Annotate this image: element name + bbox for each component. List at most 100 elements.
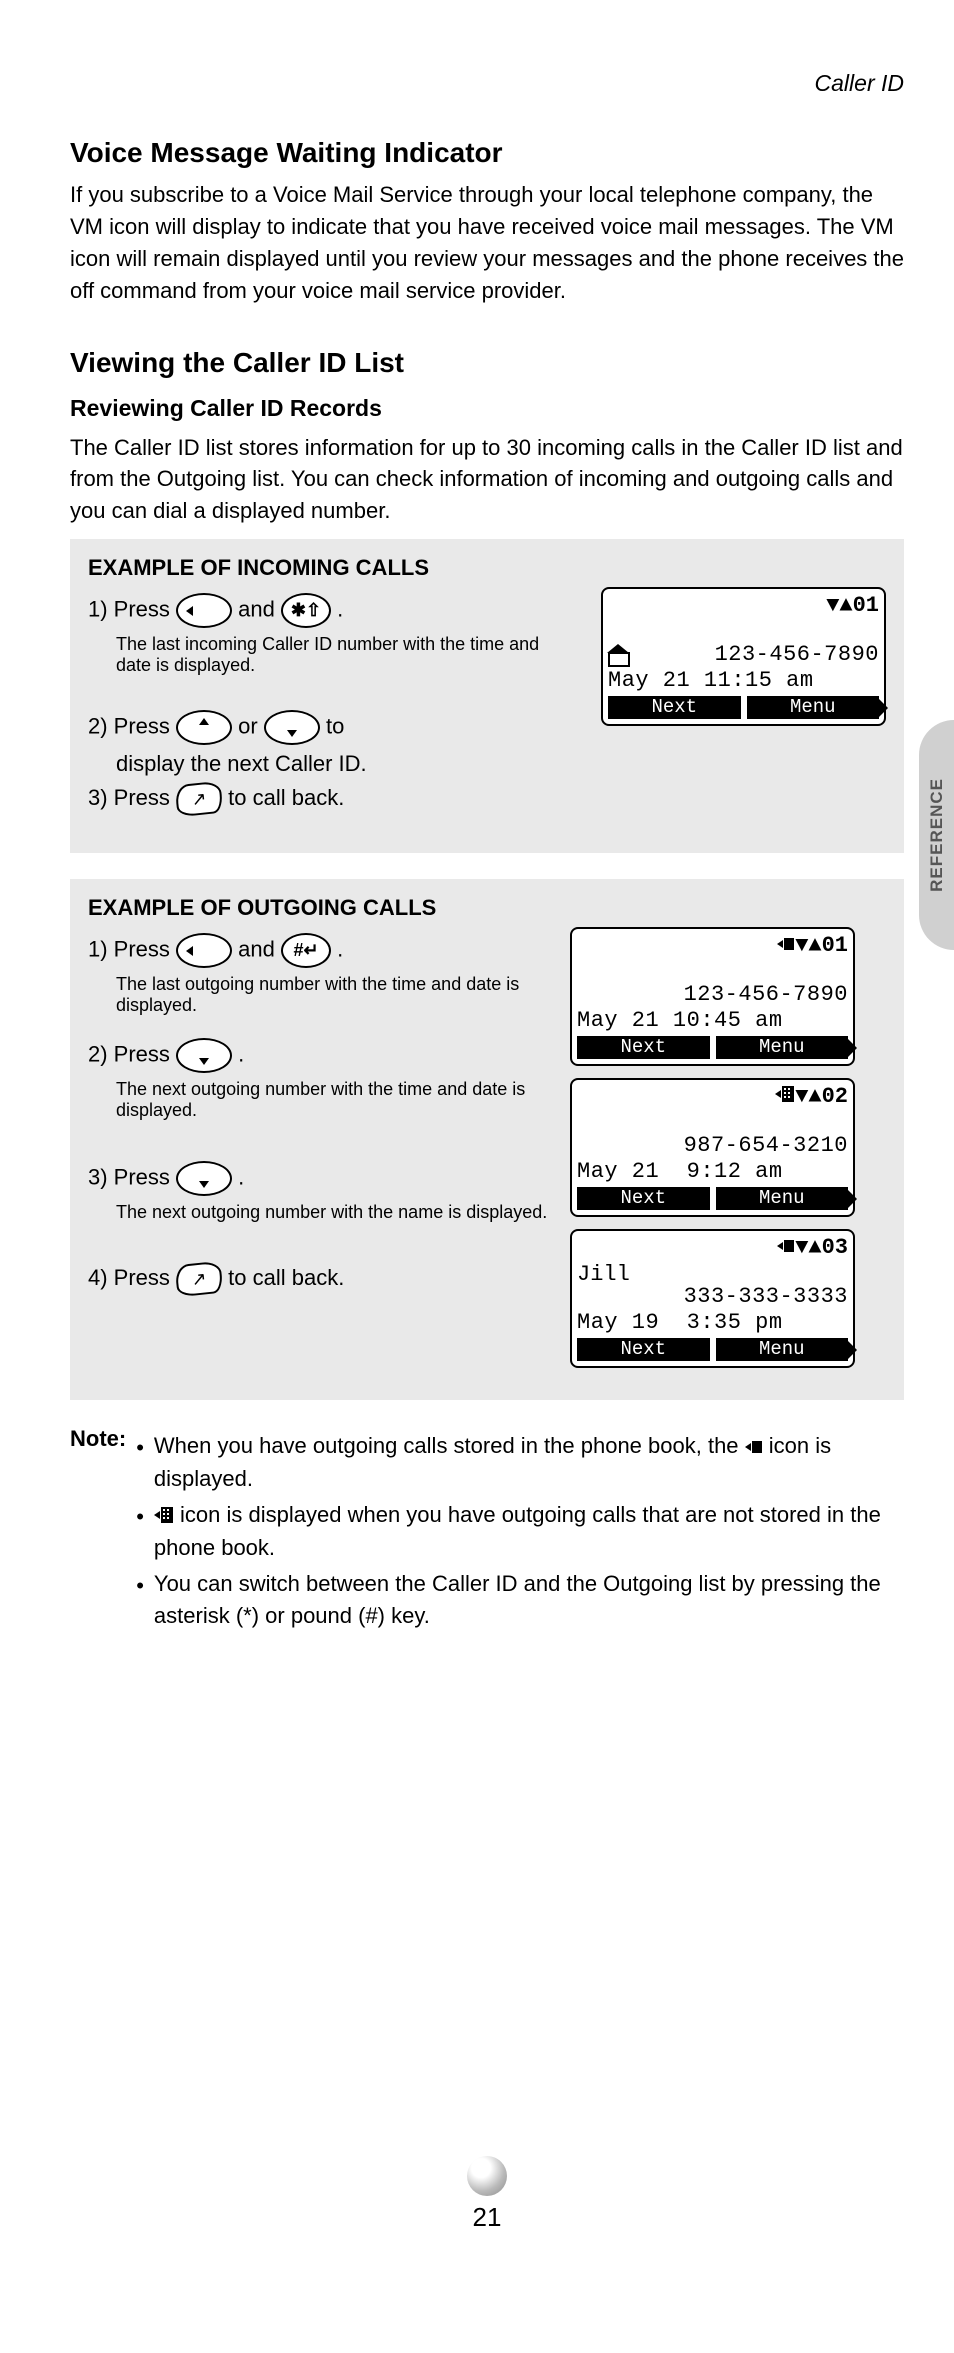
lcd1-number: 123-456-7890: [715, 642, 879, 668]
text: to call back.: [228, 1265, 344, 1290]
outgoing-flag-icon: [777, 1239, 795, 1253]
incoming-step1-note: The last incoming Caller ID number with …: [88, 634, 558, 676]
lcd1-name: [608, 620, 879, 642]
up-nav-key-icon: [176, 710, 232, 745]
example-outgoing-box: EXAMPLE OF OUTGOING CALLS 1) Press and #…: [70, 879, 904, 1400]
lcd-screen-1: ▼▲01 123-456-7890 May 21 11:15 am Next M…: [601, 587, 886, 726]
outgoing-step3: 3) Press .: [88, 1161, 558, 1196]
text: 3) Press: [88, 785, 176, 810]
bullet-icon: •: [136, 1430, 144, 1495]
note-2: • icon is displayed when you have outgoi…: [136, 1499, 904, 1564]
lcd1-softkey-next: Next: [608, 696, 741, 719]
lcd2-softkey-menu: Menu: [716, 1036, 849, 1059]
text: and: [238, 937, 281, 962]
lcd-screen-2: ▼▲01 123-456-7890 May 21 10:45 am Next M…: [570, 927, 855, 1066]
pound-key-icon: #↵: [281, 933, 331, 968]
text: .: [238, 1042, 244, 1067]
paragraph-review: The Caller ID list stores information fo…: [70, 432, 904, 528]
incoming-step1: 1) Press and ✱⇧ .: [88, 593, 558, 628]
lcd3-name: [577, 1111, 848, 1133]
text: .: [337, 937, 343, 962]
lcd-screen-3: ▼▲02 987-654-3210 May 21 9:12 am Next Me…: [570, 1078, 855, 1217]
text: 4) Press: [88, 1265, 176, 1290]
incoming-step2-line2: display the next Caller ID.: [88, 751, 558, 777]
note1-text-a: When you have outgoing calls stored in t…: [154, 1433, 745, 1458]
left-nav-key-icon: [176, 933, 232, 968]
example-outgoing-title: EXAMPLE OF OUTGOING CALLS: [88, 895, 886, 921]
outgoing-flag-icon: [777, 937, 795, 951]
lcd3-number: 987-654-3210: [684, 1133, 848, 1159]
sphere-decoration-icon: [467, 2156, 507, 2196]
text: .: [238, 1165, 244, 1190]
down-nav-key-icon: [264, 710, 320, 745]
side-tab-label: REFERENCE: [927, 778, 947, 892]
lcd2-softkey-next: Next: [577, 1036, 710, 1059]
page-content: Caller ID Voice Message Waiting Indicato…: [0, 0, 954, 2353]
bullet-icon: •: [136, 1499, 144, 1564]
lcd3-softkey-next: Next: [577, 1187, 710, 1210]
lcd3-index-text: ▼▲02: [795, 1084, 848, 1109]
lcd-screen-4: ▼▲03 Jill 333-333-3333 May 19 3:35 pm Ne…: [570, 1229, 855, 1368]
lcd2-index: ▼▲01: [577, 933, 848, 959]
text: 3) Press: [88, 1165, 176, 1190]
lcd2-index-text: ▼▲01: [795, 933, 848, 958]
down-nav-key-icon: [176, 1161, 232, 1196]
text: 1) Press: [88, 937, 176, 962]
lcd1-num-row: 123-456-7890: [608, 642, 879, 668]
left-nav-key-icon: [176, 593, 232, 628]
footer: 21: [70, 2156, 904, 2233]
lcd2-num-row: 123-456-7890: [577, 982, 848, 1008]
talk-key-icon: ↗: [174, 1261, 223, 1298]
bullet-icon: •: [136, 1568, 144, 1632]
paragraph-vmwi: If you subscribe to a Voice Mail Service…: [70, 179, 904, 307]
lcd4-datetime: May 19 3:35 pm: [577, 1310, 848, 1336]
header-row: Caller ID: [70, 70, 904, 97]
incoming-step2: 2) Press or to: [88, 710, 558, 745]
outgoing-building-icon: [775, 1086, 795, 1102]
outgoing-step2-note: The next outgoing number with the time a…: [88, 1079, 558, 1121]
outgoing-step1: 1) Press and #↵ .: [88, 933, 558, 968]
text: to: [326, 714, 344, 739]
lcd4-num-row: 333-333-3333: [577, 1284, 848, 1310]
heading-view-callerid: Viewing the Caller ID List: [70, 347, 904, 379]
example-incoming-box: EXAMPLE OF INCOMING CALLS 1) Press and ✱…: [70, 539, 904, 853]
lcd4-index-text: ▼▲03: [795, 1235, 848, 1260]
lcd3-num-row: 987-654-3210: [577, 1133, 848, 1159]
lcd4-number: 333-333-3333: [684, 1284, 848, 1310]
note-3: • You can switch between the Caller ID a…: [136, 1568, 904, 1632]
text: or: [238, 714, 264, 739]
text: 2) Press: [88, 1042, 176, 1067]
lcd1-softkey-menu: Menu: [747, 696, 880, 719]
lcd2-datetime: May 21 10:45 am: [577, 1008, 848, 1034]
note-block: Note: • When you have outgoing calls sto…: [70, 1426, 904, 1636]
text: 1) Press: [88, 597, 176, 622]
incoming-step3: 3) Press ↗ to call back.: [88, 783, 558, 815]
text: .: [337, 597, 343, 622]
lcd2-name: [577, 960, 848, 982]
heading-vmwi: Voice Message Waiting Indicator: [70, 137, 904, 169]
text: 2) Press: [88, 714, 176, 739]
page-number: 21: [70, 2202, 904, 2233]
lcd4-index: ▼▲03: [577, 1235, 848, 1261]
outgoing-step2: 2) Press .: [88, 1038, 558, 1073]
lcd4-name: Jill: [577, 1262, 848, 1284]
topic-label: Caller ID: [815, 70, 904, 97]
text: to call back.: [228, 785, 344, 810]
subheading-review: Reviewing Caller ID Records: [70, 395, 904, 422]
outgoing-step3-note: The next outgoing number with the name i…: [88, 1202, 558, 1223]
note-label: Note:: [70, 1426, 126, 1452]
lcd1-index: ▼▲01: [608, 593, 879, 619]
outgoing-building-icon: [154, 1507, 174, 1523]
lcd3-index: ▼▲02: [577, 1084, 848, 1110]
home-icon: [608, 646, 630, 664]
note3-text: You can switch between the Caller ID and…: [154, 1568, 904, 1632]
lcd2-number: 123-456-7890: [684, 982, 848, 1008]
lcd1-datetime: May 21 11:15 am: [608, 668, 879, 694]
outgoing-step4: 4) Press ↗ to call back.: [88, 1263, 558, 1295]
talk-key-icon: ↗: [174, 781, 223, 818]
note2-text: icon is displayed when you have outgoing…: [154, 1502, 881, 1560]
example-incoming-title: EXAMPLE OF INCOMING CALLS: [88, 555, 886, 581]
lcd4-softkey-menu: Menu: [716, 1338, 849, 1361]
star-key-icon: ✱⇧: [281, 593, 331, 628]
lcd3-softkey-menu: Menu: [716, 1187, 849, 1210]
